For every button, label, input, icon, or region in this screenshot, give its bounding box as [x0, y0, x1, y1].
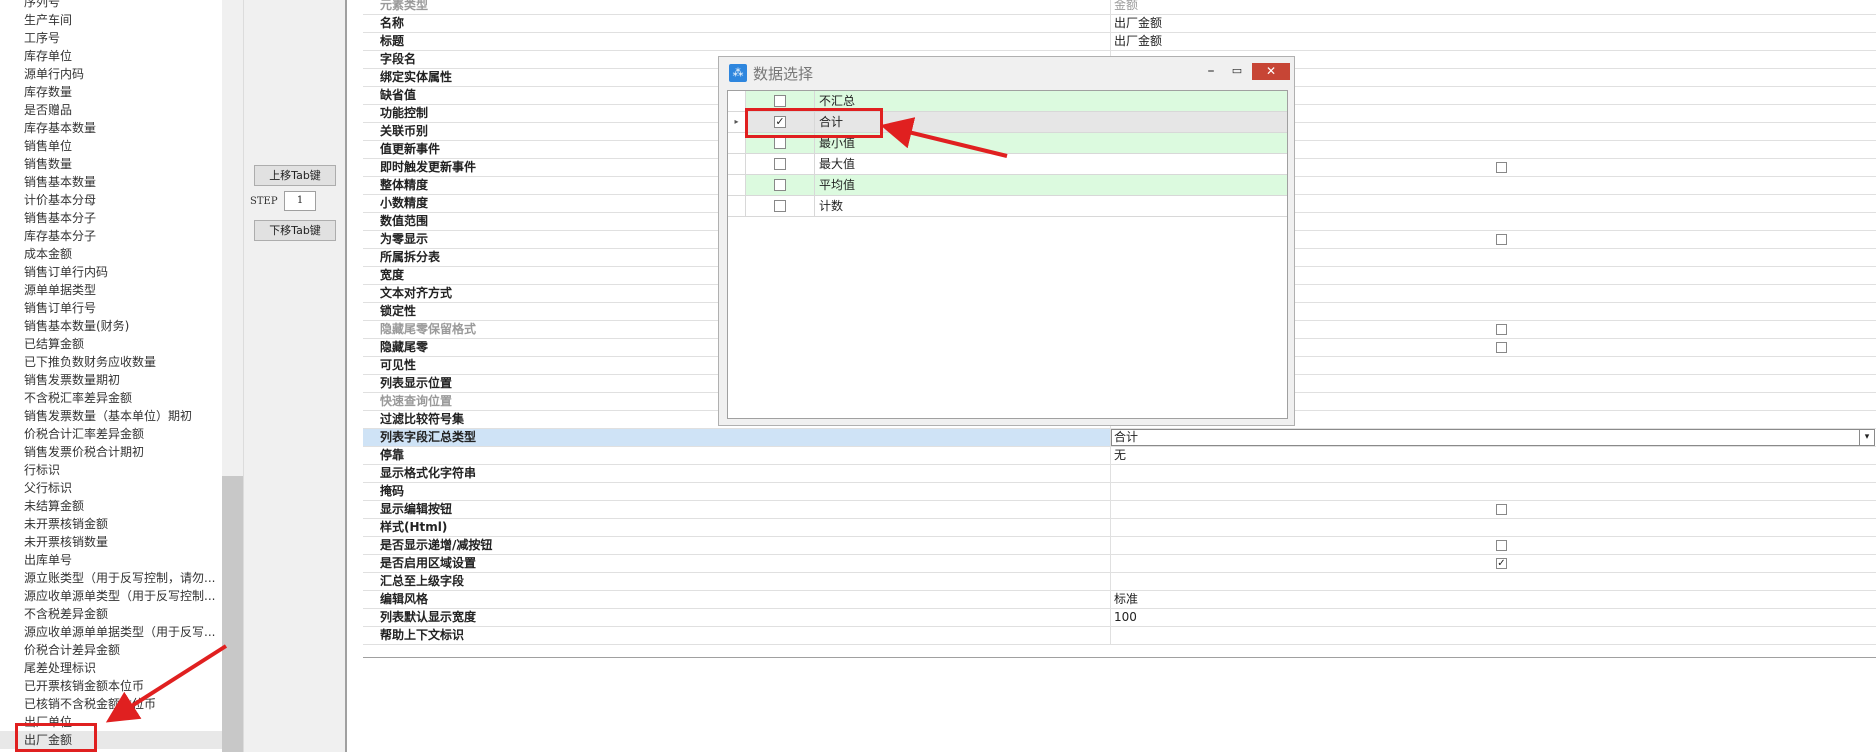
annotation-arrow-list [105, 644, 228, 723]
annotation-arrows [105, 117, 1008, 723]
annotation-arrow-dialog [880, 117, 1008, 158]
